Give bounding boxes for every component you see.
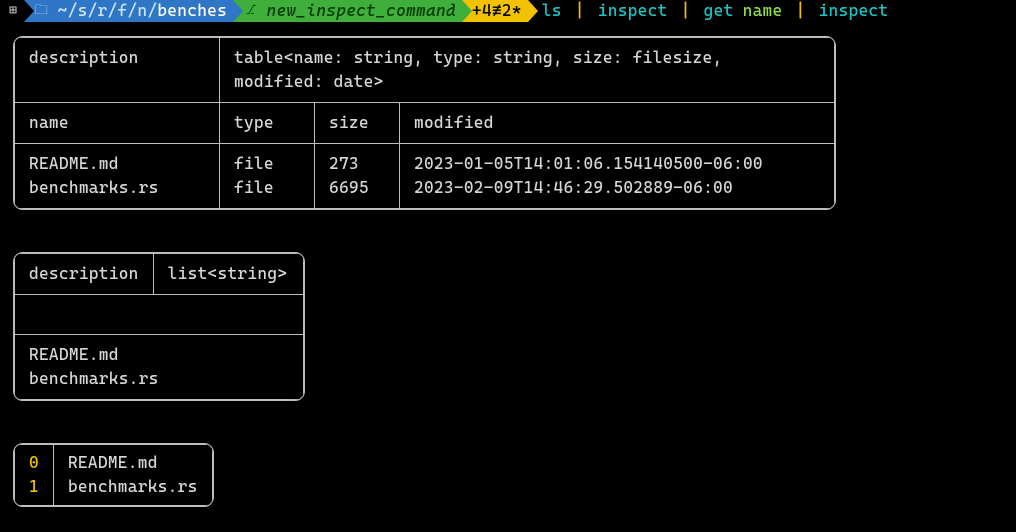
inspect-table-2: description list<string> README.mdbenchm… <box>13 252 305 402</box>
row-index: 01 <box>15 445 54 506</box>
col-name: name <box>15 102 220 143</box>
cell-modified: 2023-01-05T14:01:06.154140500-06:002023-… <box>400 143 835 208</box>
header-row: name type size modified <box>15 102 835 143</box>
pipe-icon: | <box>792 0 810 22</box>
col-modified: modified <box>400 102 835 143</box>
data-rows: README.mdbenchmarks.rs filefile 2736695 … <box>15 143 835 208</box>
cmd-ls: ls <box>542 0 562 22</box>
col-type: type <box>220 102 315 143</box>
desc-value: table<name: string, type: string, size: … <box>220 38 835 103</box>
cell-sizes: 2736695 <box>315 143 400 208</box>
os-segment: ⊞ <box>0 0 24 22</box>
git-branch-segment: ⎇ new_inspect_command <box>233 0 462 22</box>
path-prefix: ~/s/r/f/n/ <box>58 0 158 22</box>
path-leaf: benches <box>157 0 227 22</box>
git-branch-name: new_inspect_command <box>266 0 455 22</box>
cmd-inspect: inspect <box>598 0 668 22</box>
folder-icon: 🗀 <box>34 0 48 22</box>
empty-row <box>15 294 304 335</box>
cmd-inspect2: inspect <box>819 0 889 22</box>
col-size: size <box>315 102 400 143</box>
table-row: 01 README.mdbenchmarks.rs <box>15 445 213 506</box>
description-row: description list<string> <box>15 253 304 294</box>
shell-prompt: ⊞ 🗀 ~/s/r/f/n/benches ⎇ new_inspect_comm… <box>0 0 1016 22</box>
cmd-get: get <box>704 0 734 22</box>
cmd-arg-name: name <box>743 0 783 22</box>
cell-types: filefile <box>220 143 315 208</box>
result-table: 01 README.mdbenchmarks.rs <box>13 443 214 507</box>
pipe-icon: | <box>677 0 695 22</box>
command-input[interactable]: ls | inspect | get name | inspect <box>528 0 889 22</box>
inspect-table-1: description table<name: string, type: st… <box>13 36 836 210</box>
cell-items: README.mdbenchmarks.rs <box>15 335 304 400</box>
data-rows: README.mdbenchmarks.rs <box>15 335 304 400</box>
pipe-icon: | <box>571 0 589 22</box>
git-status: +4≢2* <box>472 0 522 22</box>
desc-label: description <box>15 253 154 294</box>
cell-names: README.mdbenchmarks.rs <box>15 143 220 208</box>
desc-label: description <box>15 38 220 103</box>
branch-icon: ⎇ <box>243 0 257 22</box>
row-value: README.mdbenchmarks.rs <box>53 445 212 506</box>
desc-value: list<string> <box>153 253 303 294</box>
windows-icon: ⊞ <box>6 0 20 22</box>
path-segment: 🗀 ~/s/r/f/n/benches <box>24 0 233 22</box>
description-row: description table<name: string, type: st… <box>15 38 835 103</box>
